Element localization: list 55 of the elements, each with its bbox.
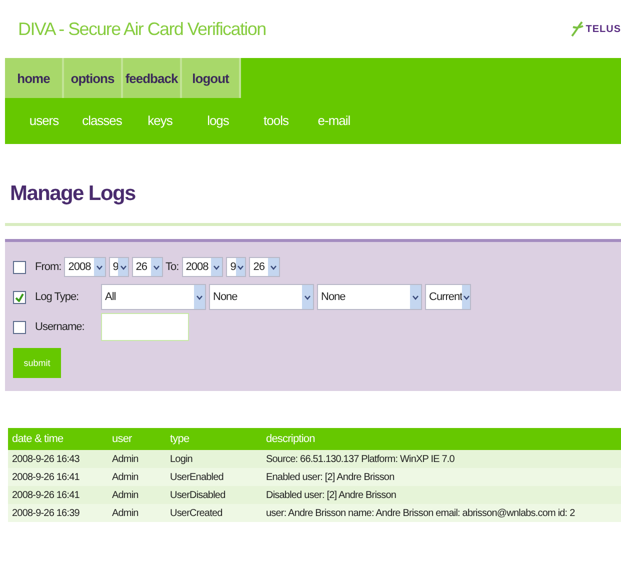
caret-icon	[237, 264, 244, 270]
table-cell: user: Andre Brisson name: Andre Brisson email: abrisson@wnlabs.com id: 2	[262, 504, 621, 522]
caret-icon	[304, 294, 311, 300]
date-select[interactable]: 2008	[64, 257, 106, 277]
caret-icon	[152, 264, 160, 270]
checkbox[interactable]	[13, 260, 26, 274]
page-title: Manage Logs	[10, 182, 136, 207]
log-type-label: Log Type:	[35, 291, 80, 303]
site-title: DIVA - Secure Air Card Verification	[18, 18, 266, 40]
table-cell: UserCreated	[166, 504, 262, 522]
checkbox[interactable]	[13, 290, 26, 304]
username-label: Username:	[35, 321, 86, 333]
column-header: user	[108, 428, 166, 450]
table-cell: Source: 66.51.130.137 Platform: WinXP IE 7.0	[262, 450, 621, 468]
table-cell: Disabled user: [2] Andre Brisson	[262, 486, 621, 504]
log-type-select[interactable]: Current	[425, 284, 471, 310]
nav-tab[interactable]: options	[64, 58, 123, 98]
from-label: From:	[35, 261, 62, 273]
caret-icon	[213, 264, 220, 270]
nav-tab[interactable]: home	[5, 58, 64, 98]
log-type-select[interactable]: All	[101, 284, 206, 310]
nav-tab[interactable]: feedback	[123, 58, 182, 98]
checkbox[interactable]	[13, 320, 26, 334]
to-label: To:	[166, 261, 179, 273]
caret-icon	[96, 264, 103, 270]
log-type-select[interactable]: None	[317, 284, 422, 310]
username-field[interactable]	[101, 313, 189, 341]
caret-icon	[120, 264, 127, 270]
caret-icon	[270, 264, 278, 270]
column-header: date & time	[8, 428, 108, 450]
column-header: description	[262, 428, 621, 450]
table-cell: Enabled user: [2] Andre Brisson	[262, 468, 621, 486]
table-cell: 2008-9-26 16:41	[8, 468, 108, 486]
table-cell: Admin	[108, 468, 166, 486]
column-header: type	[166, 428, 262, 450]
caret-icon	[412, 294, 419, 300]
table-cell: Admin	[108, 450, 166, 468]
logo-icon	[570, 21, 584, 37]
caret-icon	[196, 294, 203, 300]
table-cell: UserDisabled	[166, 486, 262, 504]
table-cell: Admin	[108, 486, 166, 504]
date-select[interactable]: 9	[226, 257, 246, 277]
log-type-select[interactable]: None	[209, 284, 314, 310]
table-cell: 2008-9-26 16:43	[8, 450, 108, 468]
table-cell: UserEnabled	[166, 468, 262, 486]
table-cell: 2008-9-26 16:41	[8, 486, 108, 504]
logo-text: TELUS	[586, 24, 621, 34]
date-select[interactable]: 2008	[182, 257, 224, 277]
date-select[interactable]: 26	[132, 257, 163, 277]
nav-tab[interactable]: logout	[182, 58, 241, 98]
table-cell: 2008-9-26 16:39	[8, 504, 108, 522]
table-cell: Admin	[108, 504, 166, 522]
caret-icon	[462, 294, 470, 300]
date-select[interactable]: 26	[249, 257, 280, 277]
table-cell: Login	[166, 450, 262, 468]
